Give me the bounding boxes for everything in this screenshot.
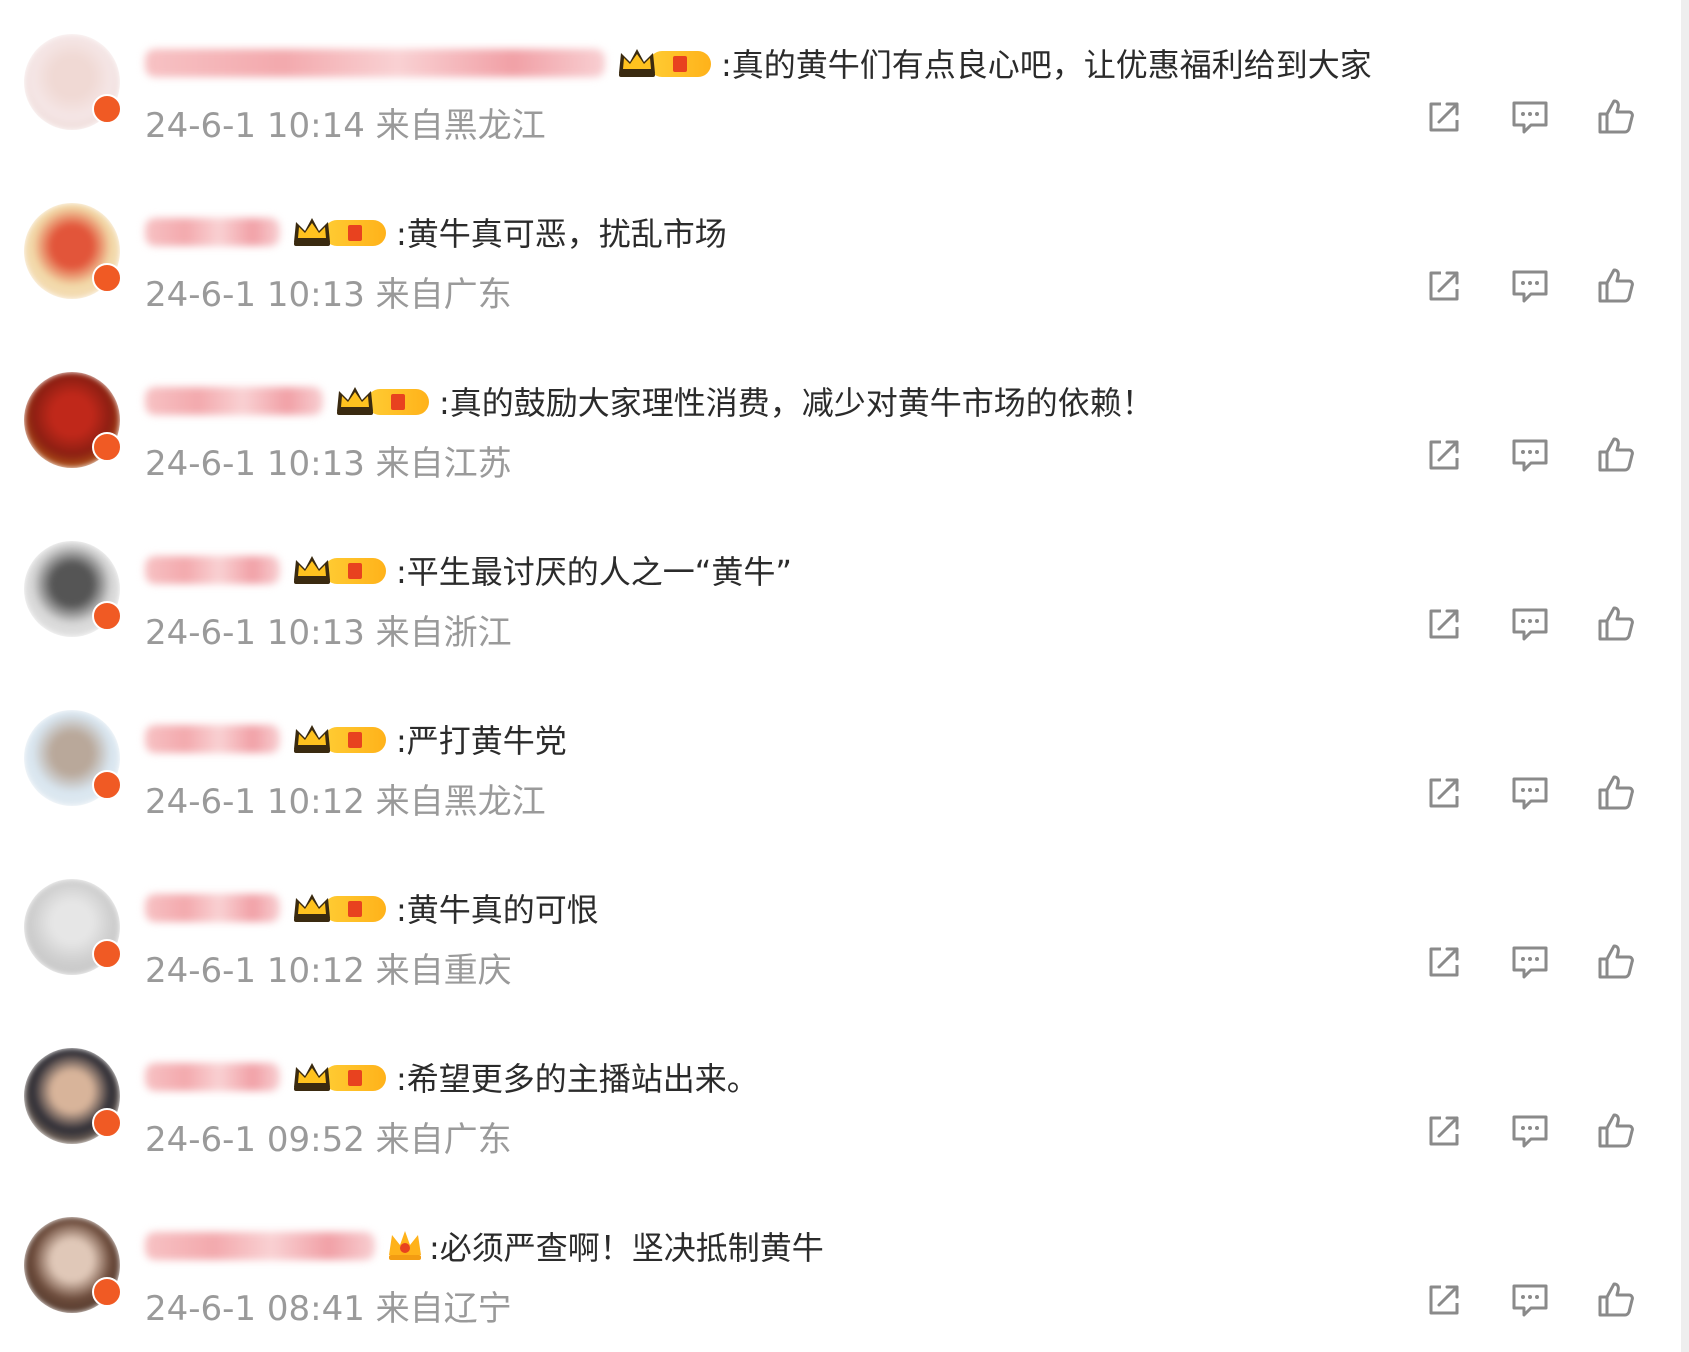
share-icon[interactable]: [1423, 1110, 1465, 1152]
comment-actions: [1423, 1279, 1637, 1321]
verified-badge-icon: [92, 601, 122, 631]
comment-feed-page: :真的黄牛们有点良心吧，让优惠福利给到大家 24-6-1 10:14 来自黑龙江…: [0, 0, 1689, 1352]
comment-line: :平生最讨厌的人之一“黄牛”: [145, 545, 792, 595]
share-icon[interactable]: [1423, 434, 1465, 476]
comment-icon[interactable]: [1509, 1279, 1551, 1321]
verified-badge-icon: [92, 770, 122, 800]
username-blurred[interactable]: [145, 49, 605, 77]
username-blurred[interactable]: [145, 894, 280, 922]
comment-text: :真的黄牛们有点良心吧，让优惠福利给到大家: [721, 46, 1372, 84]
comment-item: :黄牛真的可恨 24-6-1 10:12 来自重庆: [0, 845, 1689, 1014]
vip-badge[interactable]: [280, 1057, 396, 1097]
comment-line: :必须严查啊！坚决抵制黄牛: [145, 1221, 824, 1271]
comment-meta: 24-6-1 08:41 来自辽宁: [145, 1289, 512, 1329]
comment-meta: 24-6-1 10:13 来自浙江: [145, 613, 512, 653]
comment-actions: [1423, 603, 1637, 645]
verified-badge-icon: [92, 1277, 122, 1307]
verified-badge-icon: [92, 1108, 122, 1138]
vip-badge[interactable]: [605, 43, 721, 83]
verified-badge-icon: [92, 939, 122, 969]
username-blurred[interactable]: [145, 1232, 375, 1260]
comment-text: :黄牛真的可恨: [396, 891, 599, 929]
share-icon[interactable]: [1423, 1279, 1465, 1321]
comment-actions: [1423, 265, 1637, 307]
comment-meta: 24-6-1 10:12 来自重庆: [145, 951, 512, 991]
comment-icon[interactable]: [1509, 265, 1551, 307]
comment-item: :希望更多的主播站出来。 24-6-1 09:52 来自广东: [0, 1014, 1689, 1183]
thumbs-up-icon[interactable]: [1595, 434, 1637, 476]
thumbs-up-icon[interactable]: [1595, 1279, 1637, 1321]
comment-meta: 24-6-1 09:52 来自广东: [145, 1120, 512, 1160]
username-blurred[interactable]: [145, 1063, 280, 1091]
thumbs-up-icon[interactable]: [1595, 96, 1637, 138]
comment-actions: [1423, 434, 1637, 476]
comment-line: :真的鼓励大家理性消费，减少对黄牛市场的依赖！: [145, 376, 1154, 426]
comment-text: :必须严查啊！坚决抵制黄牛: [429, 1229, 824, 1267]
thumbs-up-icon[interactable]: [1595, 941, 1637, 983]
vip-badge[interactable]: [375, 1225, 429, 1267]
comment-item: :真的黄牛们有点良心吧，让优惠福利给到大家 24-6-1 10:14 来自黑龙江: [0, 0, 1689, 169]
comment-icon[interactable]: [1509, 96, 1551, 138]
comment-icon[interactable]: [1509, 603, 1551, 645]
share-icon[interactable]: [1423, 265, 1465, 307]
verified-badge-icon: [92, 432, 122, 462]
comment-actions: [1423, 96, 1637, 138]
share-icon[interactable]: [1423, 941, 1465, 983]
comment-item: :严打黄牛党 24-6-1 10:12 来自黑龙江: [0, 676, 1689, 845]
comment-meta: 24-6-1 10:13 来自江苏: [145, 444, 512, 484]
vip-badge-icon: [290, 888, 390, 926]
comment-text: :黄牛真可恶，扰乱市场: [396, 215, 727, 253]
username-blurred[interactable]: [145, 218, 280, 246]
scrollbar-track[interactable]: [1681, 0, 1689, 1352]
comment-item: :必须严查啊！坚决抵制黄牛 24-6-1 08:41 来自辽宁: [0, 1183, 1689, 1352]
vip-badge[interactable]: [280, 212, 396, 252]
share-icon[interactable]: [1423, 96, 1465, 138]
vip-badge[interactable]: [280, 888, 396, 928]
comment-icon[interactable]: [1509, 434, 1551, 476]
comment-text: :严打黄牛党: [396, 722, 567, 760]
vip-badge[interactable]: [323, 381, 439, 421]
comment-actions: [1423, 1110, 1637, 1152]
comment-line: :希望更多的主播站出来。: [145, 1052, 759, 1102]
vip-badge-icon: [290, 719, 390, 757]
comment-line: :严打黄牛党: [145, 714, 567, 764]
verified-badge-icon: [92, 94, 122, 124]
comment-meta: 24-6-1 10:13 来自广东: [145, 275, 512, 315]
comment-actions: [1423, 772, 1637, 814]
thumbs-up-icon[interactable]: [1595, 603, 1637, 645]
comment-item: :真的鼓励大家理性消费，减少对黄牛市场的依赖！ 24-6-1 10:13 来自江…: [0, 338, 1689, 507]
comment-list: :真的黄牛们有点良心吧，让优惠福利给到大家 24-6-1 10:14 来自黑龙江…: [0, 0, 1689, 1352]
comment-meta: 24-6-1 10:12 来自黑龙江: [145, 782, 546, 822]
comment-icon[interactable]: [1509, 1110, 1551, 1152]
vip-badge-icon: [290, 212, 390, 250]
username-blurred[interactable]: [145, 556, 280, 584]
comment-item: :黄牛真可恶，扰乱市场 24-6-1 10:13 来自广东: [0, 169, 1689, 338]
comment-line: :黄牛真可恶，扰乱市场: [145, 207, 727, 257]
comment-item: :平生最讨厌的人之一“黄牛” 24-6-1 10:13 来自浙江: [0, 507, 1689, 676]
vip-badge-icon: [333, 381, 433, 419]
vip-badge-icon: [290, 1057, 390, 1095]
comment-actions: [1423, 941, 1637, 983]
username-blurred[interactable]: [145, 387, 323, 415]
comment-line: :真的黄牛们有点良心吧，让优惠福利给到大家: [145, 38, 1372, 88]
comment-meta: 24-6-1 10:14 来自黑龙江: [145, 106, 546, 146]
thumbs-up-icon[interactable]: [1595, 772, 1637, 814]
share-icon[interactable]: [1423, 603, 1465, 645]
comment-text: :真的鼓励大家理性消费，减少对黄牛市场的依赖！: [439, 384, 1154, 422]
comment-text: :希望更多的主播站出来。: [396, 1060, 759, 1098]
comment-icon[interactable]: [1509, 772, 1551, 814]
thumbs-up-icon[interactable]: [1595, 265, 1637, 307]
vip-badge-icon: [290, 550, 390, 588]
vip-badge[interactable]: [280, 719, 396, 759]
vip-badge[interactable]: [280, 550, 396, 590]
comment-text: :平生最讨厌的人之一“黄牛”: [396, 553, 792, 591]
share-icon[interactable]: [1423, 772, 1465, 814]
thumbs-up-icon[interactable]: [1595, 1110, 1637, 1152]
username-blurred[interactable]: [145, 725, 280, 753]
comment-icon[interactable]: [1509, 941, 1551, 983]
verified-badge-icon: [92, 263, 122, 293]
crown-icon: [389, 1231, 421, 1260]
comment-line: :黄牛真的可恨: [145, 883, 599, 933]
vip-badge-icon: [615, 43, 715, 81]
